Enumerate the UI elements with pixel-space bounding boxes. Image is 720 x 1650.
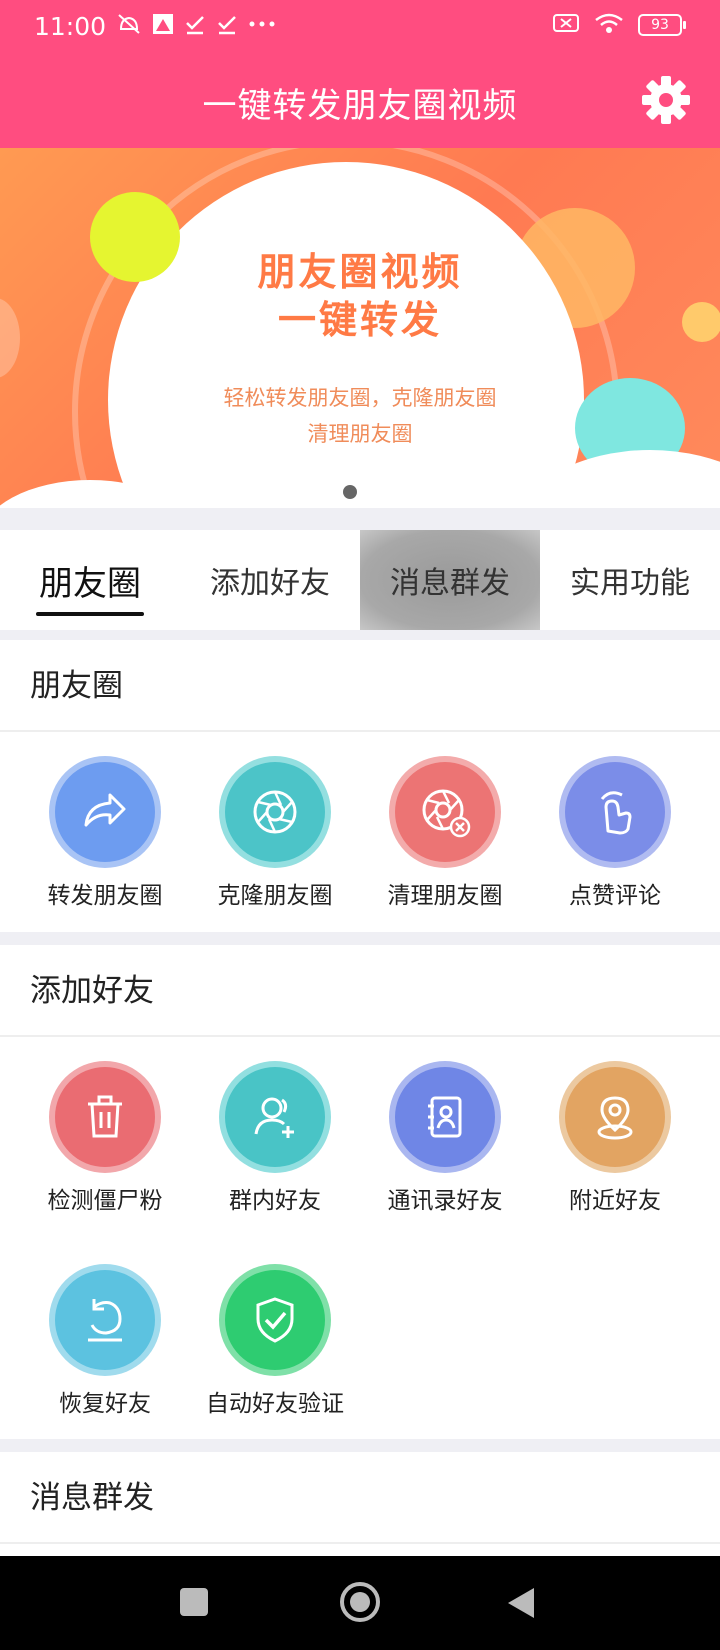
tab-moments[interactable]: 朋友圈: [0, 530, 180, 630]
mute-icon: [116, 13, 142, 41]
item-label: 通讯录好友: [387, 1188, 503, 1214]
clear-moments-button[interactable]: 清理朋友圈: [360, 762, 530, 910]
feature-grid: 检测僵尸粉 群内好友 通讯录好友 附近好友 恢复好友 自动好友验证: [0, 1037, 720, 1437]
item-label: 点赞评论: [569, 883, 661, 909]
wifi-icon: [594, 12, 624, 38]
forward-moments-button[interactable]: 转发朋友圈: [20, 762, 190, 910]
tab-utilities[interactable]: 实用功能: [540, 530, 720, 630]
status-bar: 11:00 93: [0, 0, 720, 54]
promo-banner[interactable]: 朋友圈视频 一键转发 轻松转发朋友圈，克隆朋友圈 清理朋友圈: [0, 148, 720, 508]
item-label: 附近好友: [569, 1188, 661, 1214]
check-icon: [216, 13, 238, 41]
recents-square-icon[interactable]: [180, 1588, 208, 1616]
battery-level: 93: [651, 17, 669, 33]
banner-subtitle-line: 清理朋友圈: [307, 422, 413, 446]
banner-headline-line: 朋友圈视频: [257, 250, 463, 294]
group-friends-button[interactable]: 群内好友: [190, 1067, 360, 1215]
tab-add-friends[interactable]: 添加好友: [180, 530, 360, 630]
camera-shutter-delete-icon: [395, 762, 495, 862]
detect-zombie-fans-button[interactable]: 检测僵尸粉: [20, 1067, 190, 1215]
clone-moments-button[interactable]: 克隆朋友圈: [190, 762, 360, 910]
gear-icon[interactable]: [640, 74, 692, 126]
section-mass-message: 消息群发: [0, 1452, 720, 1556]
app-bar: 一键转发朋友圈视频: [0, 54, 720, 148]
item-label: 克隆朋友圈: [217, 883, 333, 909]
app-icon: [152, 13, 174, 41]
category-tabs: 朋友圈 添加好友 消息群发 实用功能: [0, 530, 720, 630]
add-user-icon: [225, 1067, 325, 1167]
tab-mass-message[interactable]: 消息群发: [360, 530, 540, 630]
item-label: 清理朋友圈: [387, 883, 503, 909]
item-label: 恢复好友: [59, 1391, 151, 1417]
location-pin-icon: [565, 1067, 665, 1167]
banner-page-indicator: [343, 485, 357, 499]
check-icon: [184, 13, 206, 41]
section-title: 添加好友: [0, 945, 720, 1037]
like-comment-button[interactable]: 点赞评论: [530, 762, 700, 910]
restore-icon: [55, 1270, 155, 1370]
auto-friend-verify-button[interactable]: 自动好友验证: [190, 1270, 360, 1418]
status-time: 11:00: [34, 12, 107, 41]
back-triangle-icon[interactable]: [506, 1586, 536, 1624]
contacts-book-icon: [395, 1067, 495, 1167]
section-moments: 朋友圈 转发朋友圈 克隆朋友圈 清理朋友圈 点赞评论: [0, 640, 720, 932]
banner-subtitle-line: 轻松转发朋友圈，克隆朋友圈: [223, 386, 497, 410]
share-arrow-icon: [55, 762, 155, 862]
contacts-friends-button[interactable]: 通讯录好友: [360, 1067, 530, 1215]
banner-subtitle: 轻松转发朋友圈，克隆朋友圈 清理朋友圈: [0, 380, 720, 452]
camera-shutter-icon: [225, 762, 325, 862]
section-title: 消息群发: [0, 1452, 720, 1544]
trash-icon: [55, 1067, 155, 1167]
system-nav-bar: [0, 1556, 720, 1650]
section-title: 朋友圈: [0, 640, 720, 732]
page-title: 一键转发朋友圈视频: [202, 86, 518, 126]
item-label: 检测僵尸粉: [47, 1188, 163, 1214]
nearby-friends-button[interactable]: 附近好友: [530, 1067, 700, 1215]
item-label: 自动好友验证: [206, 1391, 344, 1417]
section-add-friends: 添加好友 检测僵尸粉 群内好友 通讯录好友 附近好友 恢复好友 自动好友验证: [0, 945, 720, 1439]
tap-hand-icon: [565, 762, 665, 862]
home-circle-icon[interactable]: [340, 1582, 380, 1622]
feature-grid: 转发朋友圈 克隆朋友圈 清理朋友圈 点赞评论: [0, 732, 720, 930]
banner-headline-line: 一键转发: [277, 298, 442, 342]
item-label: 群内好友: [229, 1188, 321, 1214]
battery-icon: 93: [638, 14, 686, 36]
item-label: 转发朋友圈: [47, 883, 163, 909]
sim-icon: [552, 12, 580, 38]
restore-friends-button[interactable]: 恢复好友: [20, 1270, 190, 1418]
banner-headline: 朋友圈视频 一键转发: [0, 248, 720, 344]
shield-check-icon: [225, 1270, 325, 1370]
more-icon: [248, 13, 276, 41]
